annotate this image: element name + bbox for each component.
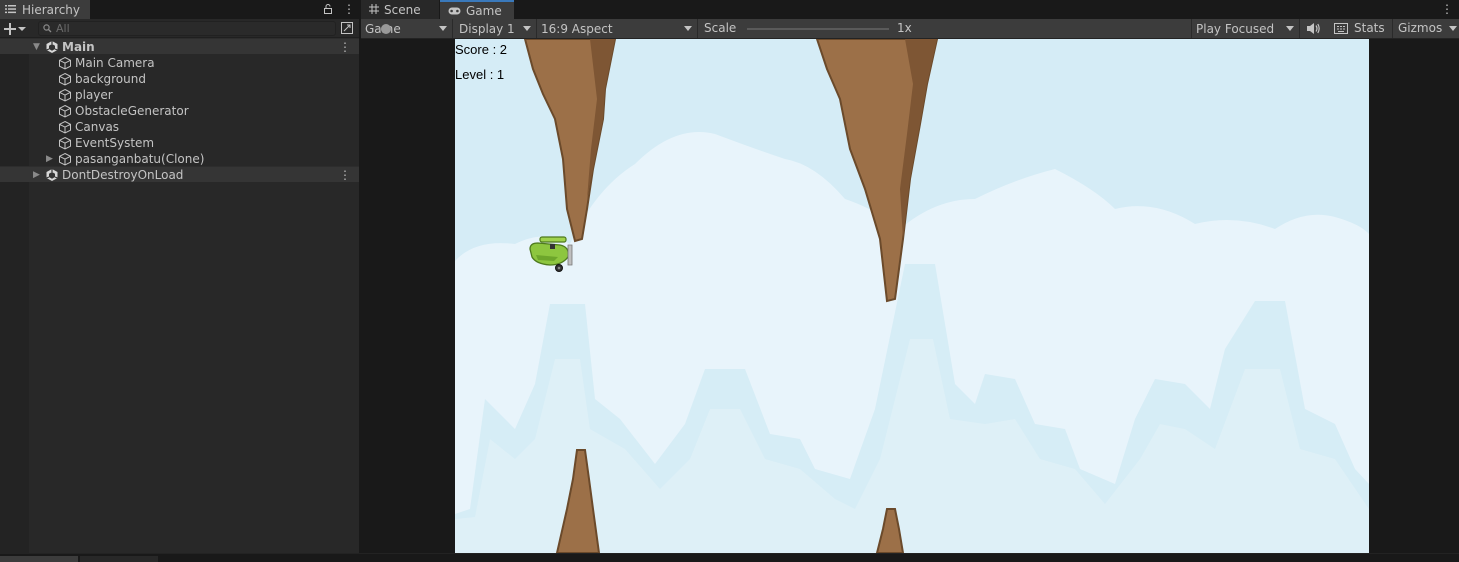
bottom-tab[interactable]: [0, 556, 78, 562]
game-scene-art: [455, 39, 1369, 553]
hierarchy-row-object[interactable]: ▶ pasanganbatu(Clone): [0, 151, 359, 167]
aspect-dropdown[interactable]: 16:9 Aspect: [537, 19, 698, 38]
hierarchy-tab-bar: Hierarchy ⋮: [0, 0, 359, 19]
tab-scene[interactable]: Scene: [361, 0, 439, 19]
game-panel-tab-bar: Scene Game ⋮: [361, 0, 1459, 19]
play-mode-label: Play Focused: [1196, 21, 1275, 36]
search-input[interactable]: [56, 22, 326, 35]
list-icon: [5, 3, 16, 17]
speaker-icon[interactable]: [1305, 21, 1321, 36]
chevron-down-icon: [439, 26, 447, 31]
search-icon: [43, 24, 52, 33]
hierarchy-row-object[interactable]: player: [0, 87, 359, 103]
hierarchy-toolbar: [0, 19, 359, 38]
row-menu-icon[interactable]: ⋮: [339, 40, 351, 54]
hierarchy-row-dontdestroyonload-scene[interactable]: ▶ DontDestroyOnLoad ⋮: [0, 166, 359, 182]
hierarchy-row-main-scene[interactable]: ▼ Main ⋮: [0, 38, 359, 54]
gameobject-cube-icon: [58, 120, 72, 134]
bottom-tab[interactable]: [80, 556, 158, 562]
keyboard-icon[interactable]: [1334, 22, 1348, 35]
hierarchy-search-field[interactable]: [38, 21, 336, 36]
hierarchy-panel: Hierarchy ⋮ ▼ Main ⋮ Main Camera: [0, 0, 359, 553]
display-label: Display 1: [459, 21, 515, 36]
hierarchy-row-object[interactable]: background: [0, 71, 359, 87]
play-mode-dropdown[interactable]: Play Focused: [1191, 19, 1300, 38]
chevron-down-icon: [1286, 26, 1294, 31]
hierarchy-row-label: pasanganbatu(Clone): [75, 152, 205, 166]
tab-game[interactable]: Game: [440, 0, 514, 19]
game-toolbar: Game Display 1 16:9 Aspect Scale 1x Play…: [361, 19, 1459, 39]
stats-button[interactable]: Stats: [1354, 21, 1385, 35]
scale-slider-track[interactable]: [747, 28, 889, 30]
foldout-collapsed-icon[interactable]: ▶: [46, 155, 54, 164]
plus-icon: [4, 22, 16, 35]
gamepad-icon: [448, 4, 461, 18]
gameobject-cube-icon: [58, 56, 72, 70]
tab-game-label: Game: [466, 3, 502, 18]
tab-hierarchy[interactable]: Hierarchy: [0, 0, 90, 19]
foldout-expanded-icon[interactable]: ▼: [33, 43, 41, 52]
gameobject-cube-icon: [58, 72, 72, 86]
unity-scene-icon: [45, 168, 59, 182]
gameobject-cube-icon: [58, 88, 72, 102]
hierarchy-row-label: ObstacleGenerator: [75, 104, 189, 118]
unity-scene-icon: [45, 40, 59, 54]
hierarchy-row-object[interactable]: Canvas: [0, 119, 359, 135]
view-mode-dropdown[interactable]: Game: [361, 19, 453, 38]
scale-slider-thumb[interactable]: [381, 24, 391, 34]
row-menu-icon[interactable]: ⋮: [339, 168, 351, 182]
hierarchy-menu-icon[interactable]: ⋮: [343, 2, 355, 16]
hierarchy-row-label: DontDestroyOnLoad: [62, 168, 184, 182]
hierarchy-row-object[interactable]: Main Camera: [0, 55, 359, 71]
scene-visibility-icon[interactable]: [340, 21, 354, 35]
add-object-button[interactable]: [4, 20, 30, 37]
bottom-panel-icons: [1426, 557, 1456, 562]
hierarchy-row-label: player: [75, 88, 113, 102]
gameobject-cube-icon: [58, 136, 72, 150]
score-label: Score : 2: [455, 42, 508, 57]
chevron-down-icon: [523, 26, 531, 31]
gameobject-cube-icon: [58, 152, 72, 166]
chevron-down-icon: [1449, 26, 1457, 31]
display-dropdown[interactable]: Display 1: [455, 19, 537, 38]
scale-value: 1x: [897, 21, 912, 35]
grid-icon: [369, 3, 379, 17]
hierarchy-row-label: EventSystem: [75, 136, 155, 150]
hierarchy-row-label: Main Camera: [75, 56, 155, 70]
chevron-down-icon: [684, 26, 692, 31]
gizmos-label: Gizmos: [1398, 21, 1443, 35]
hierarchy-row-label: background: [75, 72, 146, 86]
lock-icon[interactable]: [324, 3, 332, 14]
level-label: Level : 1: [455, 67, 505, 82]
tab-scene-label: Scene: [384, 2, 421, 17]
game-panel-menu-icon[interactable]: ⋮: [1441, 2, 1453, 16]
game-viewport[interactable]: Score : 2 Level : 1: [455, 39, 1369, 553]
scale-control: Scale 1x: [698, 19, 918, 38]
chevron-down-icon: [18, 26, 26, 31]
aspect-label: 16:9 Aspect: [541, 21, 613, 36]
bottom-panel-tab-bar: [0, 553, 1459, 562]
gameobject-cube-icon: [58, 104, 72, 118]
hierarchy-row-label: Main: [62, 40, 95, 54]
hierarchy-row-label: Canvas: [75, 120, 120, 134]
hierarchy-row-object[interactable]: EventSystem: [0, 135, 359, 151]
foldout-collapsed-icon[interactable]: ▶: [33, 171, 41, 180]
hierarchy-row-object[interactable]: ObstacleGenerator: [0, 103, 359, 119]
scale-label: Scale: [704, 21, 737, 35]
gizmos-dropdown[interactable]: Gizmos: [1392, 19, 1459, 38]
tab-hierarchy-label: Hierarchy: [22, 2, 81, 17]
